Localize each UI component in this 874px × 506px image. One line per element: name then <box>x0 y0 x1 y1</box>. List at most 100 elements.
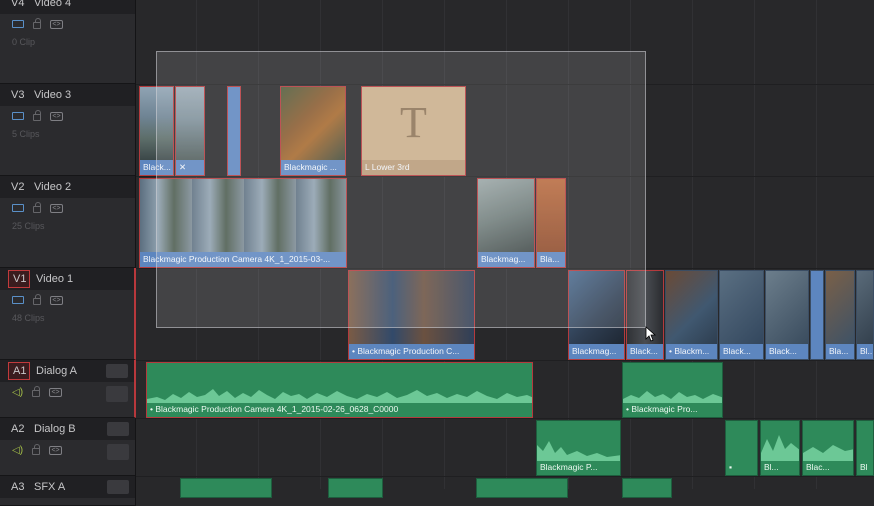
clip-label: Bl <box>860 462 868 472</box>
clip-label: Blackmagic P... <box>540 462 598 472</box>
track-controls: <> <box>0 290 134 310</box>
clip-label: • Blackmagic Pro... <box>626 404 698 414</box>
track-name-bar: V2 Video 2 <box>0 176 135 198</box>
track-name-bar: V1 Video 1 <box>0 268 134 290</box>
video-clip[interactable]: Bl... <box>856 270 874 360</box>
clip-label: • Blackmagic Production Camera 4K_1_2015… <box>150 404 399 414</box>
video-clip[interactable]: Black... <box>719 270 764 360</box>
lock-icon[interactable] <box>32 386 41 397</box>
clip-label: Black... <box>627 344 663 359</box>
auto-select-icon[interactable]: <> <box>49 387 63 397</box>
clip-thumbnail <box>666 271 717 344</box>
track-name-bar: V4 Video 4 <box>0 0 135 14</box>
track-controls: <> <box>0 106 135 126</box>
track-header-a3[interactable]: A3 SFX A <box>0 476 136 506</box>
lock-icon[interactable] <box>33 110 41 121</box>
track-header-a2[interactable]: A2 Dialog B ◁) <> <box>0 418 136 476</box>
track-name[interactable]: Video 3 <box>34 89 71 101</box>
track-controls: <> <box>0 198 135 218</box>
audio-clip[interactable] <box>328 478 383 498</box>
track-name[interactable]: SFX A <box>34 481 65 493</box>
clip-label: Black... <box>720 344 763 359</box>
track-destination-v1[interactable]: V1 <box>8 270 30 288</box>
video-clip[interactable]: Bla... <box>825 270 855 360</box>
mouse-cursor <box>645 326 657 342</box>
clip-label: Bla... <box>826 344 854 359</box>
audio-clip[interactable]: Bl <box>856 420 874 476</box>
track-header-v1[interactable]: V1 Video 1 <> 48 Clips <box>0 268 136 360</box>
clip-label: ▪ <box>729 462 733 472</box>
monitor-icon[interactable] <box>12 296 24 304</box>
track-header-a1[interactable]: A1 Dialog A ◁) <> <box>0 360 136 418</box>
clip-label: Blackmag... <box>569 344 624 359</box>
auto-select-icon[interactable]: <> <box>50 295 63 305</box>
track-menu-button[interactable] <box>107 422 129 436</box>
track-header-v2[interactable]: V2 Video 2 <> 25 Clips <box>0 176 136 268</box>
track-controls: <> <box>0 14 135 34</box>
waveform <box>803 445 853 461</box>
track-menu-button[interactable] <box>106 364 128 378</box>
meter-button[interactable] <box>107 444 129 460</box>
monitor-icon[interactable] <box>12 204 24 212</box>
auto-select-icon[interactable]: <> <box>50 19 63 29</box>
speaker-icon[interactable]: ◁) <box>12 387 23 398</box>
track-name[interactable]: Video 4 <box>34 0 71 9</box>
video-clip[interactable] <box>810 270 824 360</box>
clip-label: Bl... <box>857 344 873 359</box>
clip-label: Blac... <box>806 462 830 472</box>
audio-clip[interactable]: • Blackmagic Pro... <box>622 362 723 418</box>
auto-select-icon[interactable]: <> <box>49 445 63 455</box>
lock-icon[interactable] <box>33 202 41 213</box>
monitor-icon[interactable] <box>12 112 24 120</box>
video-clip[interactable]: • Blackm... <box>665 270 718 360</box>
selection-marquee <box>156 51 646 328</box>
lock-icon[interactable] <box>33 294 41 305</box>
clip-count: 25 Clips <box>12 221 45 231</box>
auto-select-icon[interactable]: <> <box>50 203 63 213</box>
track-menu-button[interactable] <box>107 480 129 494</box>
clip-count: 0 Clip <box>12 37 36 47</box>
track-id: V2 <box>11 181 25 193</box>
audio-clip[interactable]: ▪ <box>725 420 758 476</box>
waveform <box>623 391 722 403</box>
track-name[interactable]: Dialog A <box>36 365 77 377</box>
clip-count: 5 Clips <box>12 129 40 139</box>
clip-count: 48 Clips <box>12 313 45 323</box>
track-header-v4[interactable]: V4 Video 4 <> 0 Clip <box>0 0 136 84</box>
clip-label: • Blackm... <box>666 344 717 359</box>
meter-button[interactable] <box>106 386 128 402</box>
track-name-bar: V3 Video 3 <box>0 84 135 106</box>
waveform <box>537 441 620 461</box>
audio-clip[interactable]: • Blackmagic Production Camera 4K_1_2015… <box>146 362 533 418</box>
track-id: A2 <box>11 423 25 435</box>
audio-clip[interactable]: Blac... <box>802 420 854 476</box>
audio-clip[interactable] <box>476 478 568 498</box>
lock-icon[interactable] <box>33 18 41 29</box>
track-header-v3[interactable]: V3 Video 3 <> 5 Clips <box>0 84 136 176</box>
video-clip[interactable]: Black... <box>765 270 809 360</box>
speaker-icon[interactable]: ◁) <box>12 445 23 456</box>
audio-clip[interactable] <box>180 478 272 498</box>
clip-label: Black... <box>766 344 808 359</box>
waveform <box>147 389 532 403</box>
track-name[interactable]: Video 2 <box>34 181 71 193</box>
audio-clip[interactable] <box>622 478 672 498</box>
audio-clip[interactable]: Bl... <box>760 420 800 476</box>
auto-select-icon[interactable]: <> <box>50 111 63 121</box>
clip-thumbnail <box>857 271 873 344</box>
monitor-icon[interactable] <box>12 20 24 28</box>
clip-thumbnail <box>826 271 854 344</box>
track-id: A3 <box>11 481 25 493</box>
audio-clip[interactable]: Blackmagic P... <box>536 420 621 476</box>
waveform <box>761 435 799 461</box>
clip-thumbnail <box>720 271 763 344</box>
clip-label: • Blackmagic Production C... <box>349 344 474 359</box>
track-name[interactable]: Video 1 <box>36 273 73 285</box>
track-destination-a1[interactable]: A1 <box>8 362 30 380</box>
track-name[interactable]: Dialog B <box>34 423 76 435</box>
clip-label: Bl... <box>764 462 779 472</box>
clip-thumbnail <box>766 271 808 344</box>
track-id: V4 <box>11 0 25 9</box>
track-id: V3 <box>11 89 25 101</box>
lock-icon[interactable] <box>32 444 41 455</box>
